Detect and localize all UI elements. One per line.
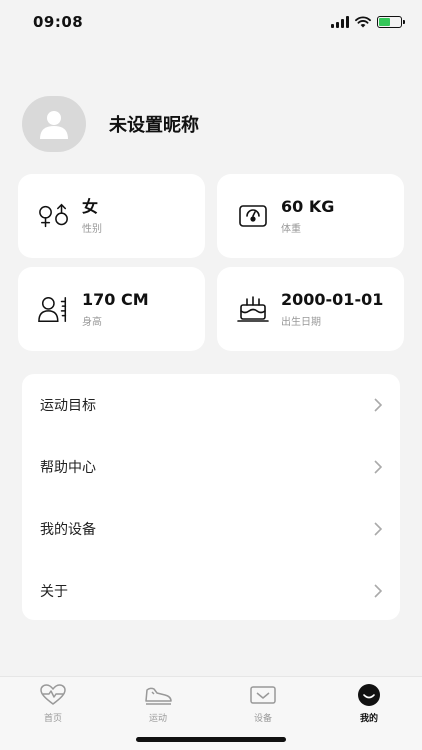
gender-value: 女 — [82, 197, 99, 216]
menu-item-my-devices[interactable]: 我的设备 — [22, 498, 400, 560]
gender-icon — [38, 201, 70, 231]
tab-label: 运动 — [148, 714, 167, 724]
gender-label: 性别 — [82, 224, 102, 235]
chevron-right-icon — [374, 522, 382, 536]
user-silhouette-icon — [40, 111, 68, 139]
chevron-right-icon — [374, 398, 382, 412]
menu-item-exercise-goal[interactable]: 运动目标 — [22, 374, 400, 436]
menu-item-label: 关于 — [40, 584, 68, 600]
status-time: 09:08 — [33, 13, 84, 31]
birthday-label: 出生日期 — [281, 317, 321, 328]
menu-item-about[interactable]: 关于 — [22, 560, 400, 622]
menu-item-label: 我的设备 — [40, 522, 96, 538]
profile-header[interactable]: 未设置昵称 — [22, 96, 199, 152]
signal-icon — [331, 16, 349, 28]
status-bar: 09:08 — [0, 0, 422, 44]
nickname[interactable]: 未设置昵称 — [109, 111, 199, 137]
status-icons — [331, 16, 405, 28]
scale-icon — [237, 201, 269, 231]
height-icon — [38, 294, 70, 324]
tab-exercise[interactable]: 运动 — [128, 683, 188, 724]
tab-label: 首页 — [43, 714, 62, 724]
cake-icon — [237, 294, 269, 324]
tab-label: 设备 — [253, 714, 272, 724]
menu-item-label: 帮助中心 — [40, 460, 96, 476]
tab-home[interactable]: 首页 — [23, 683, 83, 724]
avatar[interactable] — [22, 96, 86, 152]
home-indicator — [136, 737, 286, 742]
tab-device[interactable]: 设备 — [233, 683, 293, 724]
shoe-icon — [143, 683, 173, 707]
wifi-icon — [355, 16, 371, 28]
profile-face-icon — [354, 683, 384, 707]
height-card[interactable]: 170 CM 身高 — [18, 267, 205, 351]
battery-icon — [377, 16, 405, 28]
weight-label: 体重 — [281, 224, 301, 235]
weight-value: 60 KG — [281, 197, 335, 216]
settings-menu: 运动目标 帮助中心 我的设备 关于 — [22, 374, 400, 620]
chevron-right-icon — [374, 584, 382, 598]
birthday-value: 2000-01-01 — [281, 290, 384, 309]
height-label: 身高 — [82, 317, 102, 328]
menu-item-label: 运动目标 — [40, 398, 96, 414]
gender-card[interactable]: 女 性别 — [18, 174, 205, 258]
weight-card[interactable]: 60 KG 体重 — [217, 174, 404, 258]
tab-label: 我的 — [359, 714, 378, 724]
birthday-card[interactable]: 2000-01-01 出生日期 — [217, 267, 404, 351]
menu-item-help-center[interactable]: 帮助中心 — [22, 436, 400, 498]
height-value: 170 CM — [82, 290, 149, 309]
tab-mine[interactable]: 我的 — [339, 683, 399, 724]
heart-pulse-icon — [38, 683, 68, 707]
chevron-right-icon — [374, 460, 382, 474]
device-icon — [248, 683, 278, 707]
